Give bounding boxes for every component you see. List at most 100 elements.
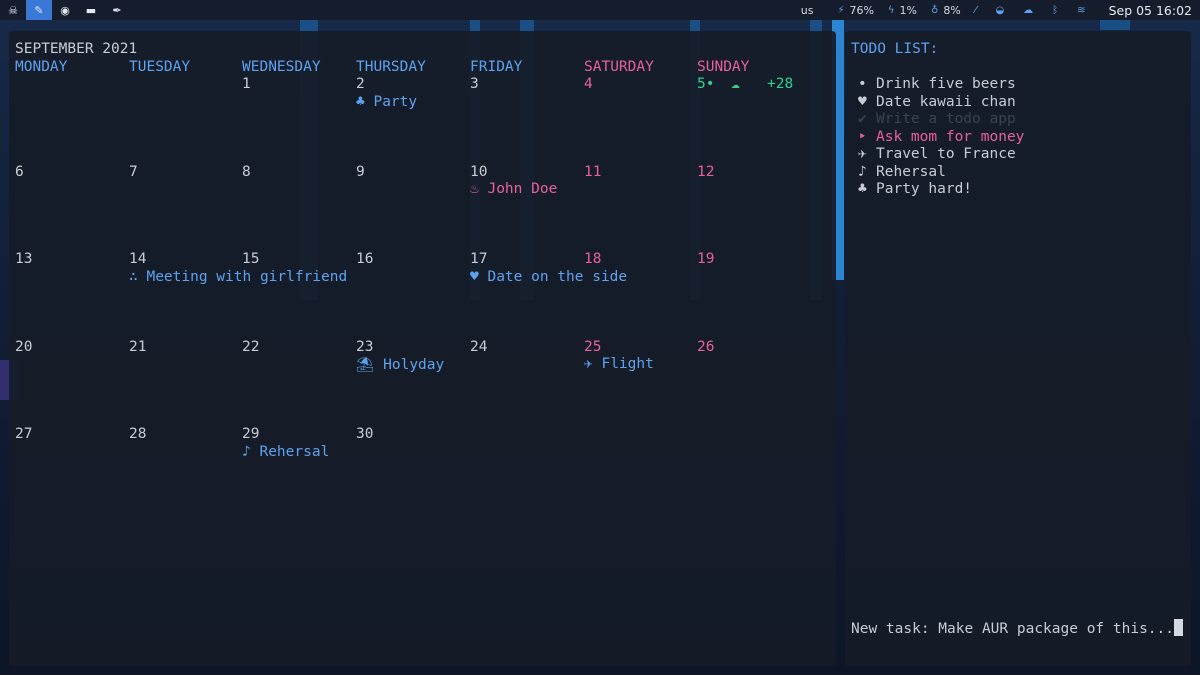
cpu-indicator[interactable]: ⚡ 76% [837,4,873,17]
day-cell[interactable]: 16 [356,251,470,267]
bullet-icon: • [858,76,867,92]
battery-indicator[interactable]: ϟ 1% [888,4,917,17]
day-cell[interactable]: 3 [470,76,584,92]
memory-value: 8% [943,3,961,17]
airplane-icon: ✈ [858,146,867,162]
bluetooth-tray[interactable]: ᛒ [1052,5,1063,16]
day-cell[interactable]: 2 [356,76,470,92]
event-john-doe[interactable]: ♨ John Doe [470,181,557,197]
cpu-value: 76% [849,3,874,17]
day-cell[interactable]: 23 [356,339,470,355]
workspace-terminal[interactable]: ▬ [78,0,104,20]
day-cell[interactable]: 28 [129,426,243,442]
cloud-icon: ☁ [1023,4,1034,16]
day-cell[interactable]: 7 [129,164,243,180]
weekday-monday: MONDAY [15,59,68,75]
calendar-title: SEPTEMBER 2021 [15,41,138,57]
event-rehersal[interactable]: ♪ Rehersal [242,444,329,460]
todo-item-text: Party hard! [876,181,973,197]
event-flight[interactable]: ✈ Flight [584,356,654,372]
top-bar: ☠ ✎ ◉ ▬ ✒ us ⚡ 76% ϟ 1% ♁ 8% ⁄ ◒ ☁ ᛒ ≋ Sep … [0,0,1200,20]
todo-item[interactable]: ♥ Date kawaii chan [858,94,1024,112]
weekday-tuesday: TUESDAY [129,59,191,75]
day-cell[interactable]: 1 [242,76,356,92]
brightness-tray[interactable]: ⁄ [975,5,982,16]
day-cell[interactable]: 17 [470,251,584,267]
day-cell[interactable]: 24 [470,339,584,355]
day-cell[interactable]: 19 [697,251,811,267]
compass-icon: ◉ [60,3,70,17]
day-cell[interactable]: 9 [356,164,470,180]
bluetooth-icon: ᛒ [1052,4,1059,16]
memory-indicator[interactable]: ♁ 8% [931,4,961,17]
weather-icon: ☁ [731,76,740,92]
feather-icon: ✒ [112,3,122,17]
check-icon: ✔ [858,111,867,127]
keyboard-layout[interactable]: us [801,4,814,17]
music-note-icon: ♪ [858,163,867,180]
terminal-icon: ▬ [85,3,97,17]
day-cell[interactable]: 25 [584,339,698,355]
workspace-skull[interactable]: ☠ [0,0,26,20]
day-cell[interactable]: 22 [242,339,356,355]
day-cell[interactable]: 20 [15,339,129,355]
day-cell[interactable]: 8 [242,164,356,180]
todo-item[interactable]: ♣ Party hard! [858,181,1024,199]
day-cell[interactable]: 26 [697,339,811,355]
todo-item-done[interactable]: ✔ Write a todo app [858,111,1024,129]
flask-icon: ♁ [930,4,939,16]
todo-list: • Drink five beers ♥ Date kawaii chan ✔ Wri… [858,76,1024,199]
day-cell[interactable]: 18 [584,251,698,267]
day-cell-today[interactable]: 5• [697,76,811,92]
text-cursor [1174,619,1184,636]
globe-icon: ◒ [995,4,1005,16]
day-cell[interactable]: 15 [242,251,356,267]
cloud-tray[interactable]: ☁ [1023,5,1038,16]
triangle-bullet-icon: ‣ [858,128,867,145]
todo-item[interactable]: • Drink five beers [858,76,1024,94]
todo-panel: TODO LIST: • Drink five beers ♥ Date kawai… [845,31,1191,666]
day-cell[interactable]: 13 [15,251,129,267]
workspace-switcher: ☠ ✎ ◉ ▬ ✒ [0,0,130,20]
day-cell[interactable]: 27 [15,426,129,442]
event-meeting[interactable]: ∴ Meeting with girlfriend [129,269,347,285]
day-cell[interactable]: 10 [470,164,584,180]
vpn-tray[interactable]: ◒ [995,5,1009,16]
day-cell[interactable]: 12 [697,164,811,180]
brush-icon: ⁄ [974,4,977,16]
weekday-wednesday: WEDNESDAY [242,59,321,75]
wifi-tray[interactable]: ≋ [1077,5,1090,16]
pencil-icon: ✎ [34,3,44,17]
workspace-feather[interactable]: ✒ [104,0,130,20]
weekday-friday: FRIDAY [470,59,523,75]
bolt-icon: ϟ [887,4,895,16]
workspace-compass[interactable]: ◉ [52,0,78,20]
todo-item-text: Ask mom for money [876,128,1025,145]
club-icon: ♣ [858,181,867,197]
todo-item-text: Rehersal [876,163,946,180]
todo-item[interactable]: ♪ Rehersal [858,164,1024,182]
clock[interactable]: Sep 05 16:02 [1109,3,1192,18]
day-cell[interactable]: 11 [584,164,698,180]
event-party[interactable]: ♣ Party [356,94,417,110]
system-tray: us ⚡ 76% ϟ 1% ♁ 8% ⁄ ◒ ☁ ᛒ ≋ Sep 05 16:02 [801,0,1200,20]
event-holyday[interactable]: ⛱ Holyday [356,356,444,373]
day-cell[interactable]: 29 [242,426,356,442]
workspace-pencil[interactable]: ✎ [26,0,52,20]
skull-icon: ☠ [8,3,18,17]
event-date[interactable]: ♥ Date on the side [470,269,627,285]
todo-item-selected[interactable]: ‣ Ask mom for money [858,129,1024,147]
day-cell[interactable]: 6 [15,164,129,180]
day-cell[interactable]: 4 [584,76,698,92]
weekday-saturday: SATURDAY [584,59,654,75]
calendar-panel: SEPTEMBER 2021 MONDAY TUESDAY WEDNESDAY … [9,31,836,666]
weekday-sunday: SUNDAY [697,59,750,75]
day-cell[interactable]: 21 [129,339,243,355]
day-cell[interactable]: 30 [356,426,470,442]
todo-title: TODO LIST: [851,41,939,57]
todo-item-text: Date kawaii chan [876,93,1016,110]
day-cell[interactable]: 14 [129,251,243,267]
todo-item-text: Write a todo app [876,111,1016,127]
new-task-input[interactable]: New task: Make AUR package of this... [851,619,1184,637]
todo-item[interactable]: ✈ Travel to France [858,146,1024,164]
